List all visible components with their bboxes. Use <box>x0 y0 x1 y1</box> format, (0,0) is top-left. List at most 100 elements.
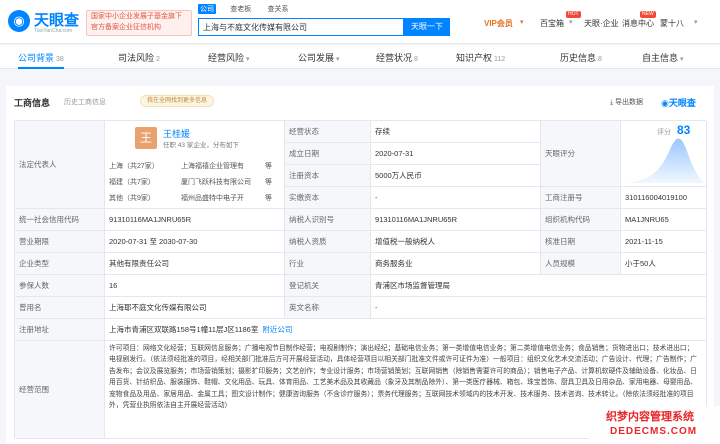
established-value: 2020-07-31 <box>371 143 541 165</box>
baibao-link[interactable]: 百宝箱 <box>540 18 564 29</box>
avatar[interactable]: 王 <box>135 127 157 149</box>
export-button[interactable]: ⤓ 导出数据 <box>610 97 643 107</box>
rep-etc: 等 <box>265 179 272 186</box>
credit-code-value: 91310116MA1JNRU65R <box>105 209 285 231</box>
rep-company-link[interactable]: 上海福禧企业管理有 <box>181 161 244 171</box>
status-label: 经营状态 <box>285 121 371 143</box>
rep-etc: 等 <box>265 195 272 202</box>
search-input[interactable] <box>198 18 404 36</box>
ad-line-1: 国家中小企业发展子基金旗下 <box>91 13 182 20</box>
section-title: 工商信息 <box>14 98 51 108</box>
tab-company-background[interactable]: 公司背景 38 <box>18 51 64 69</box>
capital-value: 5000万人民币 <box>371 165 541 187</box>
tab-business-risk[interactable]: 经营风险 ▾ <box>208 51 250 64</box>
top-header: ◉ 天眼查 TianYanCha.com 国家中小企业发展子基金旗下 官方备案企… <box>0 0 720 44</box>
brand-eye-icon: ◉ <box>661 98 669 108</box>
approval-date-value: 2021-11-15 <box>621 231 707 253</box>
search-type-tabs: 公司 查老板 查关系 <box>198 4 300 16</box>
rep-company-link[interactable]: 厦门飞跃科技有限公司 <box>181 177 251 187</box>
vip-dropdown-icon[interactable]: ▾ <box>520 18 524 26</box>
industry-label: 行业 <box>285 253 371 275</box>
enterprise-link[interactable]: 天眼·企业 <box>584 18 619 29</box>
logo-subtext: TianYanCha.com <box>34 28 73 34</box>
rep-cell: 王 王桂媛 任职 43 家企业，分布如下 上海（共27家） 上海福禧企业管理有 … <box>105 121 285 209</box>
logo[interactable]: ◉ 天眼查 TianYanCha.com <box>8 8 86 36</box>
more-info-pill[interactable]: 我在全网找到更多信息 <box>140 95 215 107</box>
status-value: 存续 <box>371 121 541 143</box>
business-info-panel: 工商信息 历史工商信息 我在全网找到更多信息 ⤓ 导出数据 ◉天眼查 法定代表人… <box>6 86 714 444</box>
tab-business-status[interactable]: 经营状况 8 <box>376 51 418 64</box>
score-small-label: 评分 <box>657 129 671 136</box>
staff-size-value: 小于50人 <box>621 253 707 275</box>
score-cell: 评分 83 <box>621 121 707 187</box>
former-name-value: 上海耶不庭文化传媒有限公司 <box>105 297 285 319</box>
registry-label: 登记机关 <box>285 275 371 297</box>
logo-text: 天眼查 <box>34 12 80 29</box>
org-code-value: MA1JNRU65 <box>621 209 707 231</box>
taxpayer-qual-value: 增值税一般纳税人 <box>371 231 541 253</box>
rep-region-row: 其他（共9家） <box>109 195 155 202</box>
english-name-label: 英文名称 <box>285 297 371 319</box>
watermark-line-1: 织梦内容管理系统 <box>606 411 694 423</box>
industry-value: 商务服务业 <box>371 253 541 275</box>
user-menu[interactable]: 蒙十八 <box>660 18 684 29</box>
scope-label: 经营范围 <box>15 341 105 439</box>
registry-value: 青浦区市场监督管理局 <box>371 275 707 297</box>
tab-ip[interactable]: 知识产权 112 <box>456 51 505 64</box>
hot-badge: HOT <box>566 11 581 18</box>
paid-capital-label: 实缴资本 <box>285 187 371 209</box>
ad-banner[interactable]: 国家中小企业发展子基金旗下 官方备案企业征信机构 <box>86 10 192 36</box>
brand-label: ◉天眼查 <box>661 98 696 108</box>
search-tab-relation[interactable]: 查关系 <box>265 4 290 14</box>
rep-company-link[interactable]: 福州品盛特中电子开 <box>181 193 244 203</box>
nearby-companies-link[interactable]: 附近公司 <box>262 324 292 335</box>
taxpayer-id-value: 91310116MA1JNRU65R <box>371 209 541 231</box>
insured-value: 16 <box>105 275 285 297</box>
english-name-value: - <box>371 297 707 319</box>
tab-legal-risk[interactable]: 司法风险 2 <box>118 51 160 64</box>
term-value: 2020-07-31 至 2030-07-30 <box>105 231 285 253</box>
insured-label: 参保人数 <box>15 275 105 297</box>
address-cell: 上海市青浦区双联路158号1幢11层J区1186室 附近公司 <box>105 319 707 341</box>
rep-label: 法定代表人 <box>15 121 105 209</box>
score-label: 天眼评分 <box>541 121 621 187</box>
taxpayer-qual-label: 纳税人资质 <box>285 231 371 253</box>
search-tab-company[interactable]: 公司 <box>198 4 216 14</box>
type-value: 其他有限责任公司 <box>105 253 285 275</box>
score-value: 83 <box>677 123 691 137</box>
rep-etc: 等 <box>265 163 272 170</box>
taxpayer-id-label: 纳税人识别号 <box>285 209 371 231</box>
scope-text: 许可项目：网络文化经营；互联网信息服务；广播电视节目制作经营；电视剧制作；演出经… <box>109 345 697 410</box>
company-tabs: 公司背景 38 司法风险 2 经营风险 ▾ 公司发展 ▾ 经营状况 8 知识产权 112 历… <box>0 45 720 69</box>
paid-capital-value: - <box>371 187 541 209</box>
credit-code-label: 统一社会信用代码 <box>15 209 105 231</box>
vip-link[interactable]: VIP会员 <box>484 18 513 29</box>
tab-company-development[interactable]: 公司发展 ▾ <box>298 51 340 64</box>
tab-history[interactable]: 历史信息 8 <box>560 51 602 64</box>
watermark-line-2: DEDECMS.COM <box>610 426 698 437</box>
term-label: 营业期限 <box>15 231 105 253</box>
staff-size-label: 人员规模 <box>541 253 621 275</box>
baibao-chevron-icon: ▾ <box>569 19 573 26</box>
messages-link[interactable]: 消息中心 <box>622 18 654 29</box>
rep-region-row: 福建（共7家） <box>109 179 155 186</box>
user-chevron-icon: ▾ <box>694 19 698 26</box>
watermark: 织梦内容管理系统 DEDECMS.COM <box>588 406 720 444</box>
ad-line-2: 官方备案企业征信机构 <box>91 24 161 31</box>
reg-no-value: 310116004019100 <box>621 187 707 209</box>
established-label: 成立日期 <box>285 143 371 165</box>
business-info-table: 法定代表人 王 王桂媛 任职 43 家企业，分布如下 上海（共27家） 上海福禧… <box>14 120 707 439</box>
address-label: 注册地址 <box>15 319 105 341</box>
rep-summary: 任职 43 家企业，分布如下 <box>163 142 239 149</box>
history-link[interactable]: 历史工商信息 <box>64 97 106 107</box>
messages-new-badge: NEW <box>640 11 656 18</box>
org-code-label: 组织机构代码 <box>541 209 621 231</box>
tab-self-info[interactable]: 自主信息 ▾ <box>642 51 684 64</box>
logo-eye-icon: ◉ <box>8 10 30 32</box>
type-label: 企业类型 <box>15 253 105 275</box>
search-button[interactable]: 天眼一下 <box>404 18 450 36</box>
search-tab-boss[interactable]: 查老板 <box>228 4 253 14</box>
reg-no-label: 工商注册号 <box>541 187 621 209</box>
capital-label: 注册资本 <box>285 165 371 187</box>
rep-region-row: 上海（共27家） <box>109 163 159 170</box>
